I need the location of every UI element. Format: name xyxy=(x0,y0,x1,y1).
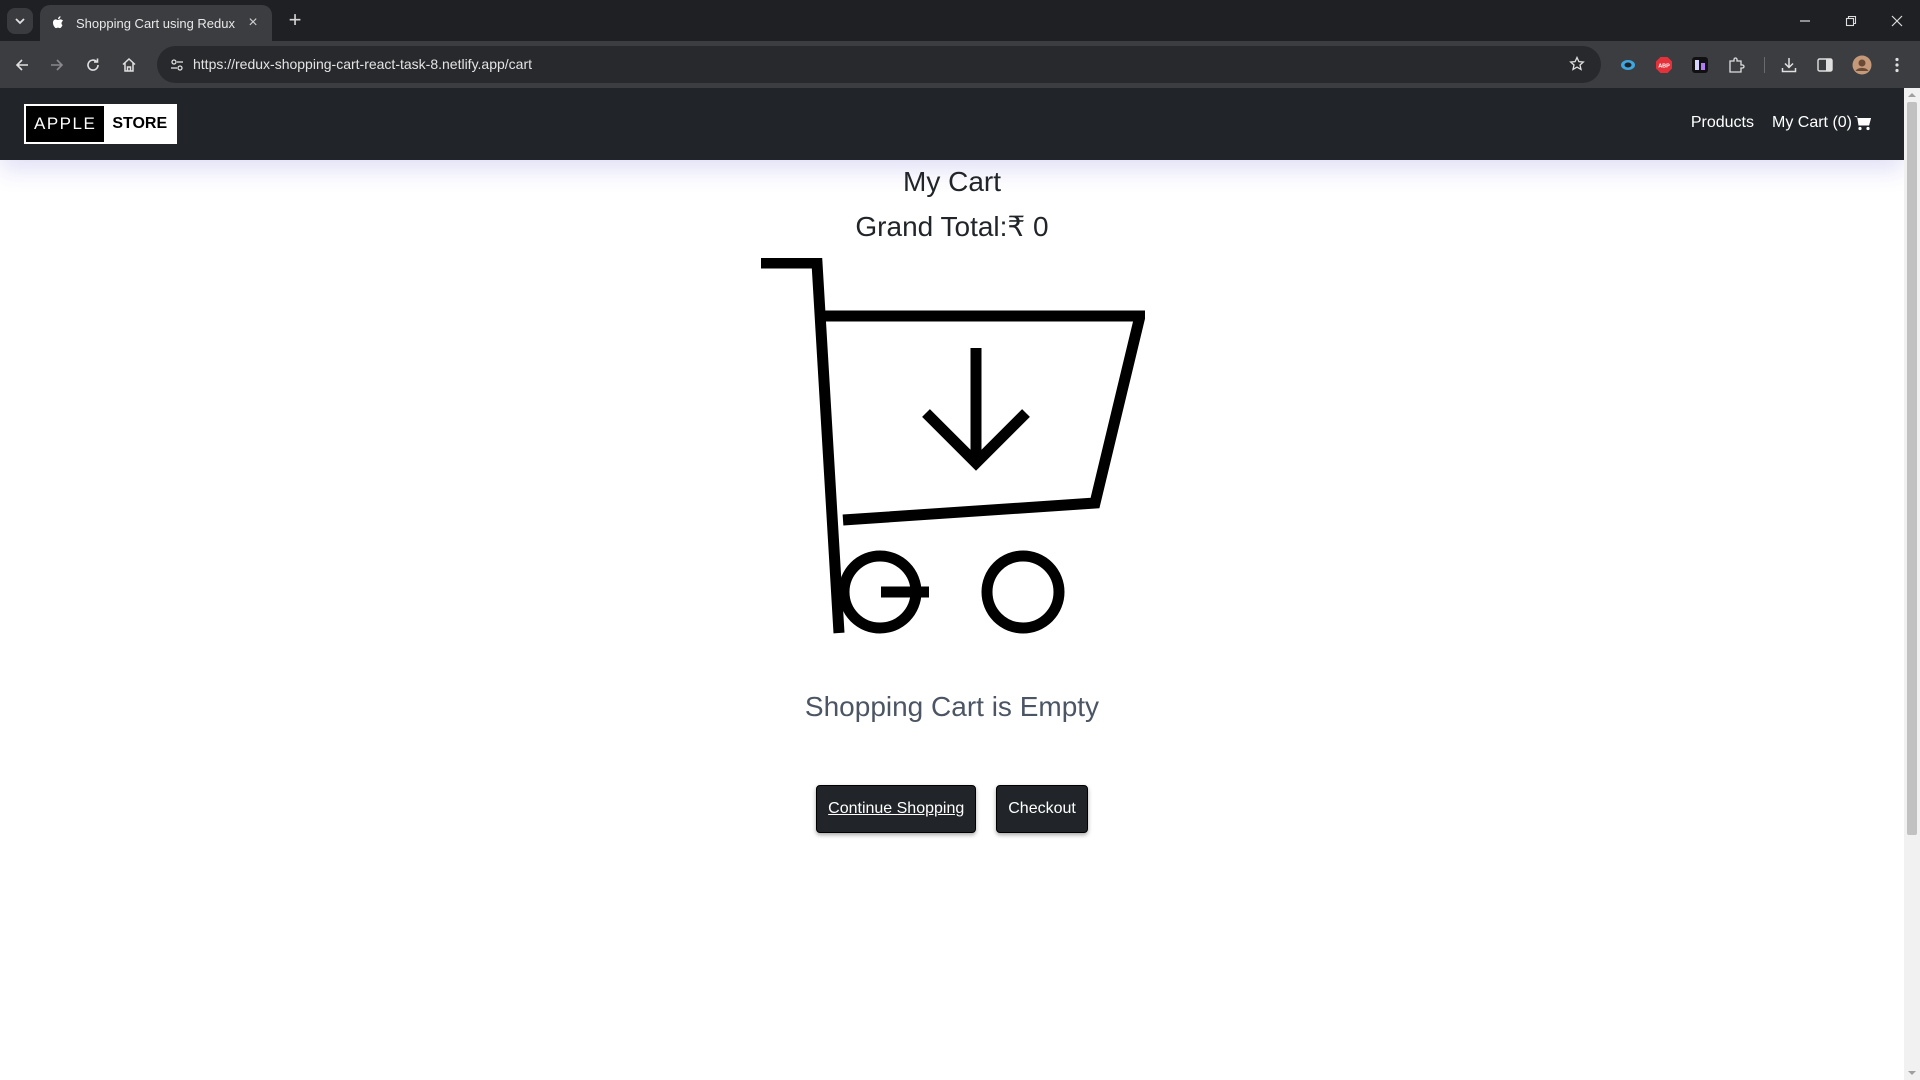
svg-text:ABP: ABP xyxy=(1658,64,1670,70)
tab-close-icon[interactable]: × xyxy=(244,14,262,32)
page-title: My Cart xyxy=(903,166,1001,197)
new-tab-button[interactable]: + xyxy=(283,9,307,33)
restore-icon xyxy=(1845,15,1857,26)
site-navbar: APPLE STORE Products My Cart (0) xyxy=(0,88,1904,160)
minimize-button[interactable] xyxy=(1782,0,1828,41)
address-bar[interactable]: https://redux-shopping-cart-react-task-8… xyxy=(157,46,1601,83)
profile-avatar-icon[interactable] xyxy=(1851,54,1873,76)
nav-cart-link[interactable]: My Cart (0) xyxy=(1772,114,1872,132)
grand-total: Grand Total:₹ 0 xyxy=(855,211,1049,242)
nav-cart-label: My Cart (0) xyxy=(1772,114,1852,131)
chevron-down-icon xyxy=(15,18,25,25)
tab-title: Shopping Cart using Redux xyxy=(76,15,235,31)
restore-button[interactable] xyxy=(1828,0,1874,41)
shopping-cart-icon xyxy=(1854,116,1871,131)
adblock-plus-icon[interactable]: ABP xyxy=(1653,54,1675,76)
page-scrollbar[interactable] xyxy=(1904,88,1920,1080)
close-icon xyxy=(1891,15,1903,26)
nav-links: Products My Cart (0) xyxy=(1691,114,1872,132)
browser-tab-active[interactable]: Shopping Cart using Redux × xyxy=(40,5,272,41)
apple-favicon-icon xyxy=(50,15,66,31)
cart-actions: Continue Shopping Checkout xyxy=(0,785,1904,833)
continue-shopping-label: Continue Shopping xyxy=(828,800,965,817)
side-panel-icon[interactable] xyxy=(1814,54,1836,76)
scroll-up-arrow-icon[interactable] xyxy=(1908,91,1916,99)
home-icon xyxy=(122,57,136,72)
close-window-button[interactable] xyxy=(1874,0,1920,41)
site-info-icon[interactable] xyxy=(167,55,187,75)
back-arrow-icon xyxy=(15,59,28,71)
browser-tabstrip: Shopping Cart using Redux × + xyxy=(0,0,1920,41)
tab-search-button[interactable] xyxy=(7,8,33,34)
scroll-down-arrow-icon[interactable] xyxy=(1908,1069,1916,1077)
continue-shopping-button[interactable]: Continue Shopping xyxy=(816,785,977,833)
cart-page: My Cart Grand Total:₹ 0 Shopping Cart is… xyxy=(0,160,1904,833)
bookmark-star-icon[interactable] xyxy=(1567,54,1587,74)
brand-logo-left: APPLE xyxy=(26,106,105,142)
extension-cloud-icon[interactable] xyxy=(1617,54,1639,76)
page-viewport: APPLE STORE Products My Cart (0) My Cart… xyxy=(0,88,1904,1080)
extension-dark-icon[interactable] xyxy=(1689,54,1711,76)
scrollbar-thumb[interactable] xyxy=(1907,102,1917,835)
back-button[interactable] xyxy=(8,51,36,79)
brand-logo-right: STORE xyxy=(104,106,176,142)
forward-button[interactable] xyxy=(43,51,71,79)
url-text[interactable]: https://redux-shopping-cart-react-task-8… xyxy=(193,56,532,72)
browser-menu-icon[interactable] xyxy=(1886,54,1908,76)
brand-logo[interactable]: APPLE STORE xyxy=(24,104,178,144)
home-button[interactable] xyxy=(115,51,143,79)
cart-download-icon xyxy=(761,258,1145,634)
minimize-icon xyxy=(1800,19,1810,22)
browser-toolbar: https://redux-shopping-cart-react-task-8… xyxy=(0,41,1920,88)
checkout-button[interactable]: Checkout xyxy=(996,785,1088,833)
reload-button[interactable] xyxy=(79,51,107,79)
toolbar-separator xyxy=(1764,57,1765,73)
extensions-puzzle-icon[interactable] xyxy=(1725,54,1747,76)
downloads-icon[interactable] xyxy=(1778,54,1800,76)
nav-products-link[interactable]: Products xyxy=(1691,114,1754,132)
empty-cart-message: Shopping Cart is Empty xyxy=(804,691,1100,722)
forward-arrow-icon xyxy=(51,59,64,71)
reload-icon xyxy=(87,58,99,71)
